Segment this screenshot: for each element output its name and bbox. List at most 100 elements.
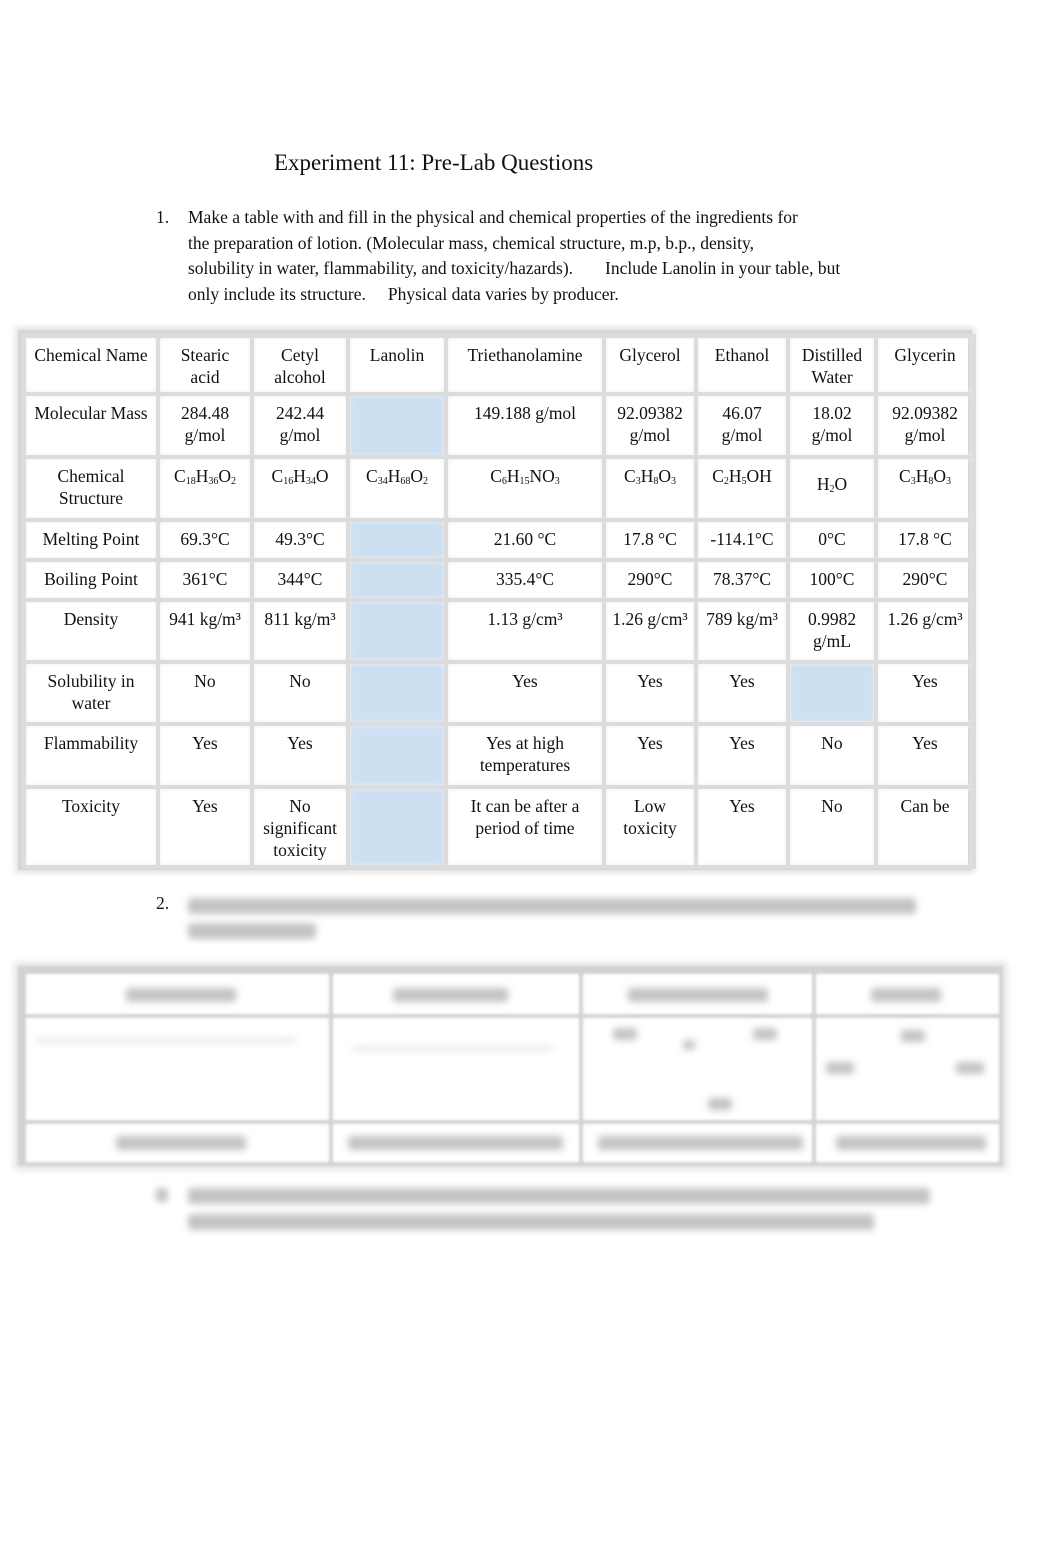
- table-cell: [346, 660, 448, 726]
- table-row: Solubility in water No No Yes Yes Yes Yes: [22, 660, 976, 726]
- table-row: Molecular Mass 284.48 g/mol 242.44 g/mol 14…: [22, 392, 976, 459]
- table-cell: 69.3°C: [156, 518, 254, 562]
- fg-structure-cell: [812, 1014, 1003, 1124]
- table-cell: 789 kg/m³: [694, 598, 790, 664]
- table-cell: Yes: [694, 785, 790, 869]
- table-cell: Yes at high temperatures: [444, 722, 606, 789]
- table-cell: No: [250, 660, 350, 726]
- table-row: Density 941 kg/m³ 811 kg/m³ 1.13 g/cm³ 1.26 …: [22, 598, 976, 664]
- formula-cell: C3H8O3: [602, 455, 698, 522]
- fg-header-cell: [22, 970, 333, 1018]
- question-2-number: 2.: [156, 893, 170, 913]
- question-text-line: Physical data varies by producer.: [387, 283, 619, 304]
- fg-structure-cell: [579, 1014, 816, 1124]
- table-cell: [346, 392, 448, 459]
- table-cell: Yes: [156, 722, 254, 789]
- table-cell: 17.8 °C: [602, 518, 698, 562]
- table-cell: 290°C: [874, 558, 976, 602]
- table-cell: 941 kg/m³: [156, 598, 254, 664]
- column-header-cell: Cetyl alcohol: [250, 334, 350, 396]
- column-header-cell: Lanolin: [346, 334, 448, 396]
- column-header-cell: Stearic acid: [156, 334, 254, 396]
- properties-table: Chemical Name Stearic acid Cetyl alcohol La…: [18, 330, 976, 870]
- column-header-cell: Distilled Water: [786, 334, 878, 396]
- table-cell: [346, 558, 448, 602]
- table-cell: 1.13 g/cm³: [444, 598, 606, 664]
- row-label-cell: Flammability: [22, 722, 160, 789]
- table-cell: 811 kg/m³: [250, 598, 350, 664]
- table-cell: 344°C: [250, 558, 350, 602]
- question-text-line: only include its structure.: [188, 283, 366, 304]
- table-cell: [346, 722, 448, 789]
- formula-cell: C6H15NO3: [444, 455, 606, 522]
- question-text-line: Include Lanolin in your table, but: [605, 258, 841, 278]
- table-cell: No: [156, 660, 254, 726]
- row-label-cell: Melting Point: [22, 518, 160, 562]
- fg-footer-cell: [329, 1120, 583, 1166]
- table-cell: Yes: [874, 660, 976, 726]
- formula-cell: C34H68O2: [346, 455, 448, 522]
- row-label-cell: Molecular Mass: [22, 392, 160, 459]
- table-cell: 290°C: [602, 558, 698, 602]
- fg-header-cell: [812, 970, 1003, 1018]
- fg-footer-cell: [812, 1120, 1003, 1166]
- table-cell: It can be after a period of time: [444, 785, 606, 869]
- table-cell: Yes: [250, 722, 350, 789]
- table-row: Chemical Structure C18H36O2 C16H34O C34H68O…: [22, 455, 976, 522]
- table-cell: 46.07 g/mol: [694, 392, 790, 459]
- table-cell: 335.4°C: [444, 558, 606, 602]
- table-cell: 0°C: [786, 518, 878, 562]
- table-cell: 242.44 g/mol: [250, 392, 350, 459]
- fg-footer-cell: [579, 1120, 816, 1166]
- table-cell: [786, 660, 878, 726]
- table-cell: No: [786, 722, 878, 789]
- table-cell: Yes: [602, 722, 698, 789]
- column-header-cell: Glycerin: [874, 334, 976, 396]
- table-cell: 78.37°C: [694, 558, 790, 602]
- table-cell: [346, 785, 448, 869]
- question-3-text-redacted: [188, 1214, 874, 1230]
- question-2-text-redacted: [188, 923, 316, 939]
- question-1: 1. Make a table with and fill in the phy…: [156, 205, 916, 307]
- question-text-line: solubility in water, flammability, and t…: [188, 258, 574, 278]
- table-row: Boiling Point 361°C 344°C 335.4°C 290°C 78.37…: [22, 558, 976, 602]
- table-cell: 284.48 g/mol: [156, 392, 254, 459]
- table-cell: Low toxicity: [602, 785, 698, 869]
- table-cell: 49.3°C: [250, 518, 350, 562]
- table-cell: 1.26 g/cm³: [602, 598, 698, 664]
- table-cell: 92.09382 g/mol: [602, 392, 698, 459]
- table-row: Toxicity Yes No significant toxicity It can…: [22, 785, 976, 869]
- table-row: Melting Point 69.3°C 49.3°C 21.60 °C 17.8 °C…: [22, 518, 976, 562]
- table-cell: 92.09382 g/mol: [874, 392, 976, 459]
- table-cell: No: [786, 785, 878, 869]
- column-header-cell: Ethanol: [694, 334, 790, 396]
- fg-footer-cell: [22, 1120, 333, 1166]
- table-cell: Yes: [444, 660, 606, 726]
- question-text-line: the preparation of lotion. (Molecular ma…: [188, 232, 754, 253]
- table-cell: 0.9982 g/mL: [786, 598, 878, 664]
- question-number: 1.: [156, 207, 170, 227]
- table-cell: Yes: [602, 660, 698, 726]
- fg-header-cell: [579, 970, 816, 1018]
- formula-cell: H2O: [786, 455, 878, 522]
- question-3-text-redacted: [188, 1188, 930, 1204]
- table-cell: Yes: [694, 660, 790, 726]
- table-cell: 17.8 °C: [874, 518, 976, 562]
- table-header-row: Chemical Name Stearic acid Cetyl alcohol La…: [22, 334, 976, 396]
- fg-structure-cell: [22, 1014, 333, 1124]
- table-cell: -114.1°C: [694, 518, 790, 562]
- table-cell: Yes: [694, 722, 790, 789]
- page-title: Experiment 11: Pre-Lab Questions: [274, 150, 594, 175]
- table-cell: Yes: [156, 785, 254, 869]
- table-cell: No significant toxicity: [250, 785, 350, 869]
- formula-cell: C16H34O: [250, 455, 350, 522]
- table-cell: 361°C: [156, 558, 254, 602]
- formula-cell: C2H5OH: [694, 455, 790, 522]
- table-cell: 18.02 g/mol: [786, 392, 878, 459]
- column-header-cell: Triethanolamine: [444, 334, 606, 396]
- fg-structure-cell: [329, 1014, 583, 1124]
- table-cell: 1.26 g/cm³: [874, 598, 976, 664]
- table-cell: 149.188 g/mol: [444, 392, 606, 459]
- row-label-cell: Toxicity: [22, 785, 160, 869]
- question-3-number-redacted: [156, 1188, 168, 1202]
